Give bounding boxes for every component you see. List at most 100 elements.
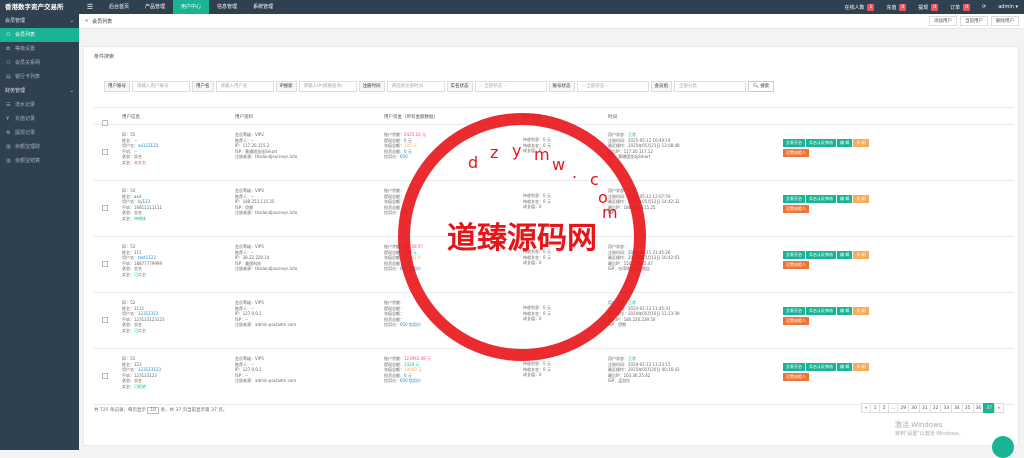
crumb-action-2[interactable]: 删除用户 xyxy=(991,16,1019,26)
user-funds-cell: 账户余额：21258.97 提现总额：100 元充值总额：21401.9 投资总额：… xyxy=(384,244,424,272)
sidebar-item-label: 银行卡列表 xyxy=(15,74,41,80)
nav-tabs: 后台首页 产品管理 用户中心 信息管理 系统管理 xyxy=(101,0,281,14)
filter-input-5[interactable]: -- 全部状态 -- xyxy=(576,81,649,92)
nav-tab-0[interactable]: 后台首页 xyxy=(101,0,137,14)
action-button-0[interactable]: 交易开启 xyxy=(783,363,805,371)
filter-label: 账号状态 xyxy=(548,81,575,92)
top-tool-1[interactable]: 充值 0 xyxy=(880,3,912,11)
action-button-2[interactable]: 编 辑 xyxy=(837,251,853,259)
action-button-1[interactable]: 实名认证审核 xyxy=(806,307,836,315)
table-row: ID：54 姓名：asd 用户名：ky123 手机：16811111111 状态：实名实… xyxy=(94,181,1014,237)
menu-toggle-icon[interactable]: ☰ xyxy=(79,3,101,11)
table-row: ID：53 姓名：111 用户名：test1122 手机：18877779999 状态：… xyxy=(94,237,1014,293)
sidebar-item-4[interactable]: ▤ 银行卡列表 xyxy=(0,70,79,84)
page-link[interactable]: » xyxy=(994,403,1004,413)
count-badge: 0 xyxy=(931,3,939,11)
user-profile-cell: 会员等级：VIP5 推荐人：-- IP：38.22.229.14 ISP：美国科技 注册… xyxy=(235,244,298,272)
filter-label: IP搜索 xyxy=(275,81,297,92)
action-button-0[interactable]: 交易开启 xyxy=(783,139,805,147)
breadcrumb-current[interactable]: 会员列表 xyxy=(92,18,112,25)
gear-icon: ⚙ xyxy=(6,130,11,136)
filter-input-2[interactable]: 请输入IP(模糊查询) xyxy=(298,81,357,92)
search-button[interactable]: 🔍︎ 搜索 xyxy=(748,81,775,92)
user-info-cell: ID：53 姓名：111 用户名：test1122 手机：18877779999 状态：… xyxy=(122,244,162,277)
breadcrumb: « 会员列表 添加用户 当前用户 删除用户 xyxy=(79,14,1024,29)
crumb-action-0[interactable]: 添加用户 xyxy=(929,16,957,26)
action-button-4[interactable]: 设置成假人 xyxy=(783,317,809,325)
top-tool-5[interactable]: admin ▾ xyxy=(992,4,1024,10)
sidebar-item-10[interactable]: ▥ 余额宝结算 xyxy=(0,154,79,168)
filter-input-1[interactable]: 请输入用户名 xyxy=(215,81,274,92)
sidebar-item-2[interactable]: ✿ 等级设置 xyxy=(0,42,79,56)
action-button-0[interactable]: 交易开启 xyxy=(783,307,805,315)
action-button-4[interactable]: 设置成假人 xyxy=(783,149,809,157)
sidebar-item-9[interactable]: ▥ 余额宝理财 xyxy=(0,140,79,154)
nav-tab-1[interactable]: 产品管理 xyxy=(137,0,173,14)
action-button-1[interactable]: 实名认证审核 xyxy=(806,195,836,203)
top-tool-4[interactable]: ⟳ xyxy=(976,4,992,10)
action-button-1[interactable]: 实名认证审核 xyxy=(806,251,836,259)
crumb-action-1[interactable]: 当前用户 xyxy=(960,16,988,26)
action-button-4[interactable]: 设置成假人 xyxy=(783,261,809,269)
nav-tab-3[interactable]: 信息管理 xyxy=(209,0,245,14)
sidebar-group[interactable]: 财务管理 ⌄ xyxy=(0,84,79,98)
nav-tab-2[interactable]: 用户中心 xyxy=(173,0,210,14)
action-button-3[interactable]: 关 闭 xyxy=(853,363,869,371)
action-button-4[interactable]: 设置成假人 xyxy=(783,205,809,213)
action-button-1[interactable]: 实名认证审核 xyxy=(806,139,836,147)
brand-title: 香港数字资产交易所 xyxy=(5,3,64,11)
sidebar-item-3[interactable]: ⚇ 会员关系网 xyxy=(0,56,79,70)
user-time-cell: 用户状态：正常 注册时间：2025-05-12 16:49:19 最近操作：2025… xyxy=(608,132,680,160)
sidebar-item-1[interactable]: ⚇ 会员列表 xyxy=(0,28,79,42)
header-time: 时间 xyxy=(608,115,617,120)
action-button-0[interactable]: 交易开启 xyxy=(783,195,805,203)
action-button-4[interactable]: 设置成假人 xyxy=(783,373,809,381)
action-button-3[interactable]: 关 闭 xyxy=(853,307,869,315)
row-actions: 交易开启 实名认证审核编 辑关 闭设置成假人 xyxy=(783,195,923,215)
filter-input-0[interactable]: 请输入用户账号 xyxy=(132,81,190,92)
action-button-3[interactable]: 关 闭 xyxy=(853,139,869,147)
user-time-cell: 用户状态：正常 注册时间：2024-01-12 11:23:15 最近操作：2025… xyxy=(608,356,680,384)
row-checkbox[interactable] xyxy=(102,205,108,211)
action-button-0[interactable]: 交易开启 xyxy=(783,251,805,259)
filter-input-3[interactable]: 请选择注册时间 xyxy=(386,81,445,92)
action-button-2[interactable]: 编 辑 xyxy=(837,139,853,147)
user-info-cell: ID：54 姓名：asd 用户名：ky123 手机：16811111111 状态：实名实… xyxy=(122,188,162,221)
top-tool-2[interactable]: 提现 0 xyxy=(912,3,944,11)
per-page-select[interactable]: 10 xyxy=(147,407,160,414)
row-checkbox[interactable] xyxy=(102,373,108,379)
filter-label: 会员组 xyxy=(650,81,673,92)
action-button-2[interactable]: 编 辑 xyxy=(837,363,853,371)
top-tool-3[interactable]: 订单 0 xyxy=(944,3,976,11)
action-button-3[interactable]: 关 闭 xyxy=(853,251,869,259)
header-user-profile: 用户资料 xyxy=(235,115,253,120)
filter-bar: 用户账号 请输入用户账号 用户名 请输入用户名 IP搜索 请输入IP(模糊查询) 注册时间请… xyxy=(104,81,775,92)
filter-input-6[interactable]: 全部分类 xyxy=(674,81,747,92)
user-time-cell: 用户状态： 注册时间：2025-05-11 21:45:26 最近操作：2025年0… xyxy=(608,244,680,272)
count-badge: 1 xyxy=(867,3,875,11)
action-button-3[interactable]: 关 闭 xyxy=(853,195,869,203)
top-tool-0[interactable]: 在线人数 1 xyxy=(838,3,880,11)
sidebar-item-8[interactable]: ⚙ 提现记录 xyxy=(0,126,79,140)
row-checkbox[interactable] xyxy=(102,317,108,323)
row-checkbox[interactable] xyxy=(102,261,108,267)
sidebar-group[interactable]: 会员管理 ⌄ xyxy=(0,14,79,28)
row-checkbox[interactable] xyxy=(102,149,108,155)
breadcrumb-back-icon[interactable]: « xyxy=(85,18,88,24)
top-tool-label: ⟳ xyxy=(982,4,987,10)
sidebar-item-6[interactable]: ☰ 流水记录 xyxy=(0,98,79,112)
settings-icon: ✿ xyxy=(6,46,11,52)
top-navbar: 香港数字资产交易所 ☰ 后台首页 产品管理 用户中心 信息管理 系统管理 在线人数 1 充值… xyxy=(0,0,1024,14)
nav-tab-4[interactable]: 系统管理 xyxy=(245,0,281,14)
users-icon: ⚇ xyxy=(6,60,11,66)
sidebar-item-label: 流水记录 xyxy=(15,102,36,108)
main-content: « 会员列表 添加用户 当前用户 删除用户 条件搜索 用户账号 请输入用户账号 用户名请… xyxy=(79,14,1024,450)
action-button-1[interactable]: 实名认证审核 xyxy=(806,363,836,371)
top-tool-label: 提现 xyxy=(918,4,929,11)
action-button-2[interactable]: 编 辑 xyxy=(837,195,853,203)
sidebar: 会员管理 ⌄ ⚇ 会员列表 ✿ 等级设置 ⚇ 会员关系网 ▤ 银行卡列表 财务管理 ⌄ ☰ 流水记录 ¥ 充值… xyxy=(0,14,79,450)
action-button-2[interactable]: 编 辑 xyxy=(837,307,853,315)
floating-help-button[interactable] xyxy=(992,436,1014,458)
filter-input-4[interactable]: -- 全部状态 -- xyxy=(474,81,547,92)
sidebar-item-7[interactable]: ¥ 充值记录 xyxy=(0,112,79,126)
